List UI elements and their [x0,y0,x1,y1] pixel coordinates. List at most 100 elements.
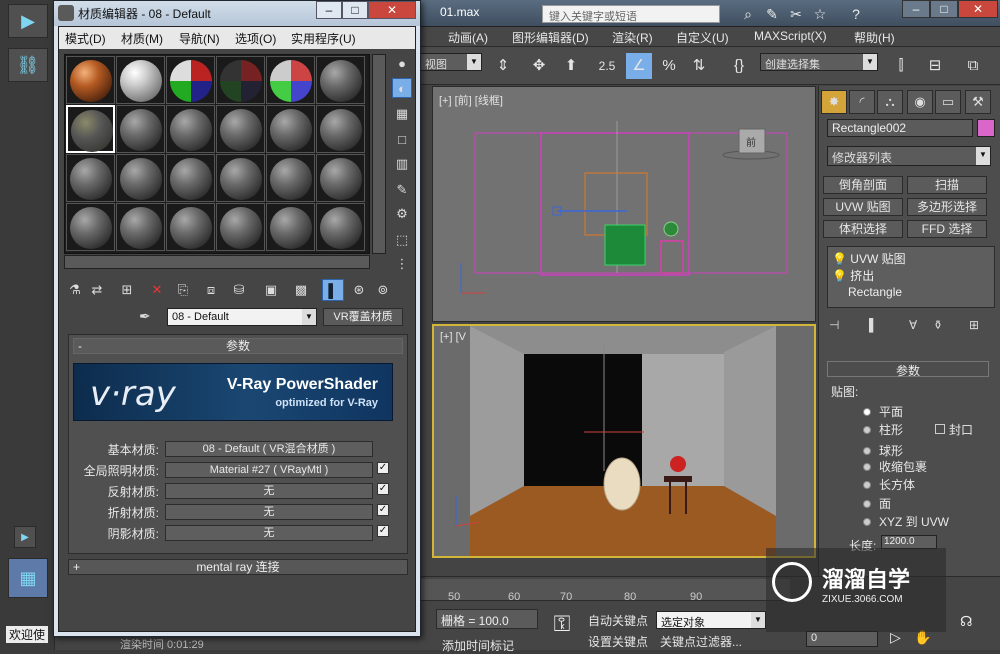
gi-material-checkbox[interactable]: ✓ [377,462,389,474]
gi-material-button[interactable]: Material #27 ( VRayMtl ) [165,462,373,478]
make-copy-icon[interactable]: ⎘ [172,279,194,301]
me-menu-options[interactable]: 选项(O) [235,30,276,47]
set-key-button[interactable]: 设置关键点 [588,633,648,650]
me-maximize-button[interactable]: □ [342,1,368,19]
tools-icon[interactable]: ✎ [762,4,782,24]
me-minimize-button[interactable]: – [316,1,342,19]
sample-slot[interactable] [216,56,265,104]
sample-slot[interactable] [216,105,265,153]
options-icon[interactable]: ⚙ [392,204,412,224]
video-color-check-icon[interactable]: ▥ [392,154,412,174]
refract-material-checkbox[interactable]: ✓ [377,504,389,516]
show-end-result-icon[interactable]: ▌ [322,279,344,301]
length-field[interactable]: 1200.0 [881,535,937,549]
sample-slot[interactable] [266,56,315,104]
max-maximize-button[interactable]: □ [930,0,958,18]
viewport-layout-icon[interactable]: ▦ [8,558,48,598]
hierarchy-tab-icon[interactable]: ⛬ [877,90,903,114]
mirror-icon[interactable]: ⫿ [888,53,914,79]
sample-slot[interactable] [316,154,365,202]
sample-slot[interactable] [116,56,165,104]
assign-material-icon[interactable]: ⊞ [116,279,138,301]
sample-slot[interactable] [216,203,265,251]
mapping-option-box[interactable]: 长方体 [863,476,915,493]
me-menu-utilities[interactable]: 实用程序(U) [291,30,356,47]
sweep-button[interactable]: 扫描 [907,176,987,194]
menu-customize[interactable]: 自定义(U) [676,29,729,46]
sample-slot[interactable] [116,105,165,153]
max-minimize-button[interactable]: – [902,0,930,18]
modifier-stack[interactable]: 💡 UVW 贴图 💡 挤出 Rectangle [827,246,995,308]
menu-help[interactable]: 帮助(H) [854,29,895,46]
collapse-icon[interactable]: - [78,339,82,353]
utilities-tab-icon[interactable]: ⚒ [965,90,991,114]
show-end-result-icon[interactable]: ▌ [869,318,878,332]
menu-rendering[interactable]: 渲染(R) [612,29,653,46]
angle-snap-icon[interactable]: ∠ [626,53,652,79]
sample-slot[interactable] [166,154,215,202]
modifier-list-dropdown[interactable]: 修改器列表 ▼ [827,146,991,166]
help-icon[interactable]: ? [846,4,866,24]
make-preview-icon[interactable]: ✎ [392,180,412,200]
remove-modifier-icon[interactable]: ⚱ [933,318,943,332]
make-unique-icon[interactable]: ∀ [909,318,917,332]
eyedropper-icon[interactable]: ✒ [139,308,151,325]
timeline-track[interactable] [420,579,790,601]
expand-icon[interactable]: + [73,560,80,574]
reflect-material-checkbox[interactable]: ✓ [377,483,389,495]
sample-slot[interactable] [66,154,115,202]
sample-slot[interactable] [316,105,365,153]
select-object-dropdown[interactable]: 选定对象 ▼ [656,611,766,629]
spinner-snap-icon[interactable]: ⇅ [686,53,712,79]
material-name-field[interactable]: 08 - Default ▼ [167,308,317,326]
sample-slot[interactable] [166,56,215,104]
frame-field[interactable]: 0 [806,631,878,647]
show-shaded-icon[interactable]: ▩ [290,279,312,301]
material-id-icon[interactable]: ▣ [260,279,282,301]
front-viewport[interactable]: [+] [前] [线框] 前 [432,86,816,322]
me-menu-mode[interactable]: 模式(D) [65,30,106,47]
slots-horizontal-scrollbar[interactable] [64,255,370,269]
sample-slot[interactable] [116,154,165,202]
reset-map-icon[interactable]: ✕ [146,279,168,301]
slots-vertical-scrollbar[interactable] [372,54,386,254]
binoculars-icon[interactable]: ⌕ [738,4,758,24]
align-icon[interactable]: ⊟ [922,53,948,79]
display-tab-icon[interactable]: ▭ [935,90,961,114]
poly-select-button[interactable]: 多边形选择 [907,198,987,216]
favorites-icon[interactable]: ☆ [810,4,830,24]
percent-snap-icon[interactable]: % [656,53,682,79]
add-time-tag[interactable]: 添加时间标记 [442,637,514,654]
sample-slot-active[interactable] [66,105,115,153]
params-rollout-header[interactable]: - 参数 [73,338,403,354]
sample-slot[interactable] [266,154,315,202]
persp-viewport-label[interactable]: [+] [V [440,331,466,343]
mapping-option-planar[interactable]: 平面 [863,403,903,420]
sample-slot[interactable] [216,154,265,202]
max-close-button[interactable]: ✕ [958,0,998,18]
stack-item-rectangle[interactable]: Rectangle [848,285,902,299]
mental-ray-rollout[interactable]: + mental ray 连接 [68,559,408,575]
sample-slot[interactable] [316,56,365,104]
sample-slot[interactable] [166,105,215,153]
link-icon[interactable]: ⛓ [8,48,48,82]
uv-tiling-icon[interactable]: □ [392,130,412,150]
light-bulb-icon[interactable]: 💡 [832,252,847,266]
material-navigator-icon[interactable]: ⋮ [392,254,412,274]
shadow-material-checkbox[interactable]: ✓ [377,525,389,537]
key-filters-button[interactable]: 关键点过滤器... [660,633,742,650]
me-menu-material[interactable]: 材质(M) [121,30,163,47]
stack-item-extrude[interactable]: 💡 挤出 [832,267,874,284]
sample-slot[interactable] [66,56,115,104]
mapping-option-shrink-wrap[interactable]: 收缩包裹 [863,458,927,475]
chevron-down-icon[interactable]: ▼ [302,309,316,325]
material-type-button[interactable]: VR覆盖材质 [323,308,403,326]
mapping-option-face[interactable]: 面 [863,495,891,512]
me-close-button[interactable]: ✕ [368,1,416,19]
menu-graph-editors[interactable]: 图形编辑器(D) [512,29,589,46]
shadow-material-button[interactable]: 无 [165,525,373,541]
put-to-library-icon[interactable]: ⛁ [228,279,250,301]
backlight-icon[interactable]: ◐ [392,78,412,98]
motion-tab-icon[interactable]: ◉ [907,90,933,114]
menu-animation[interactable]: 动画(A) [448,29,488,46]
